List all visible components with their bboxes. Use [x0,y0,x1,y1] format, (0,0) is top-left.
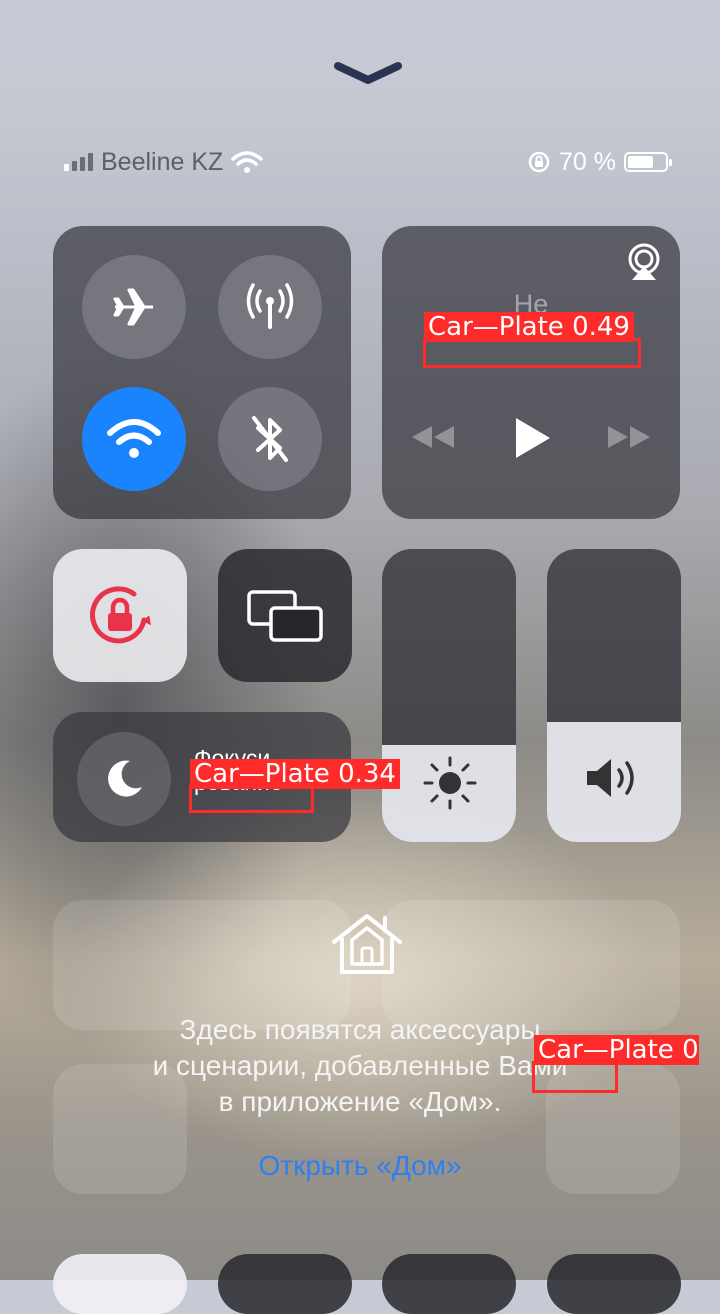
sun-icon [423,756,477,810]
bluetooth-toggle[interactable] [218,387,322,491]
home-placeholder-tile [382,900,680,1030]
volume-slider[interactable] [547,549,681,842]
screen-mirroring-icon [247,589,323,642]
status-bar-left: Beeline KZ [64,146,264,178]
orientation-lock-status-icon [528,151,550,173]
airplane-icon [113,288,153,326]
bottom-control-tile[interactable] [53,1254,187,1314]
moon-icon [108,760,142,797]
now-playing-panel[interactable]: Не исполняется [382,226,680,519]
brightness-slider[interactable] [382,549,516,842]
airplane-mode-toggle[interactable] [82,255,186,359]
battery-icon [624,152,672,172]
rotation-lock-icon [90,585,151,643]
bottom-control-tile[interactable] [547,1254,681,1314]
home-placeholder-tile [53,900,351,1030]
next-track-icon[interactable] [606,424,652,450]
detection-box [423,338,641,368]
bottom-control-tile[interactable] [218,1254,352,1314]
rotation-lock-toggle[interactable] [53,549,187,682]
status-bar-right: 70 % [527,146,672,178]
signal-strength-icon [64,153,93,171]
connectivity-panel [53,226,351,519]
home-icon [332,914,402,974]
focus-moon-circle [77,732,171,826]
open-home-link[interactable]: Открыть «Дом» [0,1150,720,1182]
bottom-control-tile[interactable] [382,1254,516,1314]
airplay-icon[interactable] [624,242,664,282]
detection-box [189,785,314,813]
wifi-icon [107,419,161,458]
cellular-data-toggle[interactable] [218,255,322,359]
antenna-icon [246,283,294,329]
battery-percent: 70 % [559,147,616,176]
carrier-name: Beeline KZ [101,147,224,176]
wifi-toggle[interactable] [82,387,186,491]
speaker-volume-icon [587,759,634,797]
wifi-status-icon [231,151,264,173]
screen-mirroring-button[interactable] [218,549,352,682]
detection-box [532,1061,618,1093]
previous-track-icon[interactable] [410,424,456,450]
bluetooth-off-icon [252,416,288,462]
play-icon[interactable] [512,416,552,460]
chevron-down-icon[interactable] [334,60,402,86]
